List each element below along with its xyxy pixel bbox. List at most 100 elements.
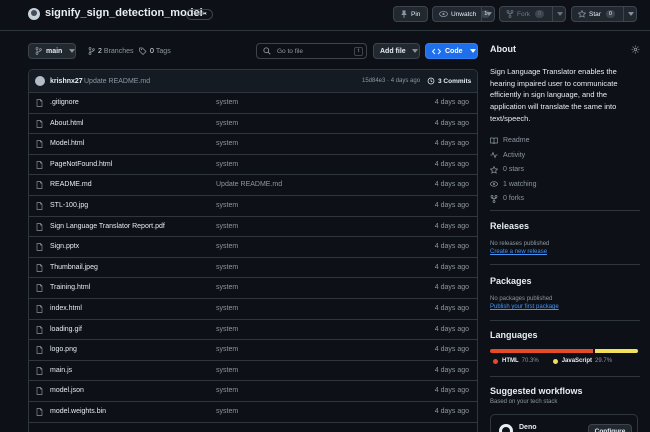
- file-name[interactable]: model.weights.bin: [50, 408, 106, 415]
- chevron-down-icon: [469, 49, 476, 53]
- stars-link[interactable]: 0 stars: [490, 163, 640, 178]
- commit-message[interactable]: Update README.md: [84, 78, 150, 85]
- file-commit-message[interactable]: system: [216, 326, 238, 333]
- readme-link[interactable]: Readme: [490, 134, 640, 149]
- workflows-subheading: Based on your tech stack: [490, 399, 558, 405]
- file-name[interactable]: logo.png: [50, 346, 77, 353]
- branches-link[interactable]: 2 Branches: [88, 47, 133, 55]
- fork-button[interactable]: Fork 0: [499, 6, 566, 22]
- language-bar-segment: [594, 349, 638, 353]
- file-name[interactable]: main.js: [50, 367, 72, 374]
- file-row[interactable]: logo.png system 4 days ago: [29, 340, 477, 361]
- file-name[interactable]: model.json: [50, 387, 84, 394]
- file-row[interactable]: model.weights.bin system 4 days ago: [29, 402, 477, 423]
- configure-button[interactable]: Configure: [588, 424, 632, 432]
- readme-label: Readme: [503, 137, 530, 145]
- file-name[interactable]: Sign Language Translator Report.pdf: [50, 223, 165, 230]
- repo-header: signify_sign_detection_model- Public Pin…: [0, 0, 650, 31]
- file-row[interactable]: Training.html system 4 days ago: [29, 278, 477, 299]
- file-name[interactable]: PageNotFound.html: [50, 161, 112, 168]
- chevron-down-icon[interactable]: [481, 7, 495, 21]
- tags-link[interactable]: 0 Tags: [139, 47, 171, 55]
- language-dot: [552, 358, 558, 364]
- file-commit-message[interactable]: system: [216, 202, 238, 209]
- activity-link[interactable]: Activity: [490, 148, 640, 163]
- file-row[interactable]: README.md Update README.md 4 days ago: [29, 175, 477, 196]
- branch-selector[interactable]: main: [28, 43, 76, 59]
- file-date: 4 days ago: [434, 243, 469, 251]
- file-row[interactable]: Model.html system 4 days ago: [29, 134, 477, 155]
- star-count: 0: [605, 10, 615, 18]
- file-name[interactable]: About.html: [50, 120, 83, 127]
- gear-icon[interactable]: [631, 45, 640, 54]
- publish-package-link[interactable]: Publish your first package: [490, 304, 640, 310]
- file-row[interactable]: PageNotFound.html system 4 days ago: [29, 155, 477, 176]
- commit-hash-time[interactable]: 15d84e3 · 4 days ago: [362, 78, 420, 84]
- file-commit-message[interactable]: system: [216, 161, 238, 168]
- file-commit-message[interactable]: Update README.md: [216, 181, 282, 188]
- file-commit-message[interactable]: system: [216, 387, 238, 394]
- file-commit-message[interactable]: system: [216, 284, 238, 291]
- file-row[interactable]: main.js system 4 days ago: [29, 361, 477, 382]
- file-name[interactable]: Model.html: [50, 140, 84, 147]
- file-commit-message[interactable]: system: [216, 346, 238, 353]
- repo-name[interactable]: signify_sign_detection_model-: [45, 7, 206, 19]
- file-commit-message[interactable]: system: [216, 243, 238, 250]
- file-commit-message[interactable]: system: [216, 305, 238, 312]
- file-name[interactable]: STL-100.jpg: [50, 202, 88, 209]
- fork-icon: [506, 10, 514, 18]
- file-row[interactable]: index.html system 4 days ago: [29, 299, 477, 320]
- watching-link[interactable]: 1 watching: [490, 177, 640, 192]
- file-date: 4 days ago: [434, 263, 469, 271]
- about-description: Sign Language Translator enables the hea…: [490, 67, 618, 123]
- chevron-down-icon[interactable]: [552, 7, 566, 21]
- file-name[interactable]: index.html: [50, 305, 82, 312]
- chevron-down-icon[interactable]: [623, 7, 637, 21]
- go-to-file-search[interactable]: t: [256, 43, 367, 59]
- branches-count: 2: [98, 47, 102, 55]
- file-row[interactable]: STL-100.jpg system 4 days ago: [29, 196, 477, 217]
- file-commit-message[interactable]: system: [216, 367, 238, 374]
- language-item[interactable]: HTML 70.3%: [493, 358, 539, 364]
- file-name[interactable]: .gitignore: [50, 99, 79, 106]
- forks-link[interactable]: 0 forks: [490, 192, 640, 207]
- commit-author[interactable]: krishnx27: [50, 78, 83, 85]
- file-name[interactable]: README.md: [50, 181, 92, 188]
- tag-icon: [139, 47, 147, 55]
- file-commit-message[interactable]: system: [216, 140, 238, 147]
- file-row[interactable]: Sign.pptx system 4 days ago: [29, 237, 477, 258]
- file-commit-message[interactable]: system: [216, 264, 238, 271]
- file-commit-message[interactable]: system: [216, 120, 238, 127]
- packages-heading[interactable]: Packages: [490, 276, 640, 286]
- file-row[interactable]: loading.gif system 4 days ago: [29, 320, 477, 341]
- add-file-label: Add file: [380, 47, 406, 55]
- code-button[interactable]: Code: [425, 43, 478, 59]
- latest-commit-bar: krishnx27 Update README.md 15d84e3 · 4 d…: [29, 70, 477, 93]
- forks-label: 0 forks: [503, 195, 525, 203]
- file-row[interactable]: Thumbnail.jpeg system 4 days ago: [29, 258, 477, 279]
- file-row[interactable]: .gitignore system 4 days ago: [29, 93, 477, 114]
- avatar[interactable]: [35, 76, 45, 86]
- file-name[interactable]: Thumbnail.jpeg: [50, 264, 98, 271]
- pin-button[interactable]: Pin: [393, 6, 428, 22]
- create-release-link[interactable]: Create a new release: [490, 249, 640, 255]
- language-item[interactable]: JavaScript 29.7%: [552, 358, 612, 364]
- releases-heading[interactable]: Releases: [490, 221, 640, 231]
- history-icon: [427, 77, 435, 85]
- file-commit-message[interactable]: system: [216, 223, 238, 230]
- releases-empty-text: No releases published: [490, 241, 550, 247]
- file-name[interactable]: Sign.pptx: [50, 243, 79, 250]
- file-commit-message[interactable]: system: [216, 408, 238, 415]
- file-row[interactable]: About.html system 4 days ago: [29, 114, 477, 135]
- commits-history-link[interactable]: 3 Commits: [427, 77, 471, 85]
- file-commit-message[interactable]: system: [216, 99, 238, 106]
- file-name[interactable]: Training.html: [50, 284, 90, 291]
- owner-avatar[interactable]: [28, 8, 40, 20]
- add-file-button[interactable]: Add file: [373, 43, 420, 59]
- file-row[interactable]: Sign Language Translator Report.pdf syste…: [29, 217, 477, 238]
- file-name[interactable]: loading.gif: [50, 326, 82, 333]
- file-row[interactable]: model.json system 4 days ago: [29, 381, 477, 402]
- search-input[interactable]: [277, 47, 357, 55]
- unwatch-button[interactable]: Unwatch 1: [432, 6, 495, 22]
- star-button[interactable]: Star 0: [571, 6, 637, 22]
